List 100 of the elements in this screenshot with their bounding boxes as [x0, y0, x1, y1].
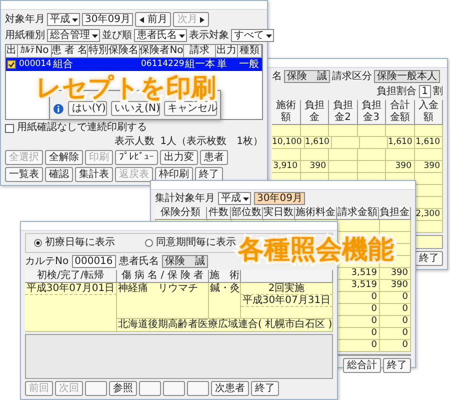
- toolbar-button[interactable]: 集計表: [75, 167, 113, 182]
- field-label: 対象年月: [5, 14, 45, 26]
- table-cell: 390: [380, 280, 411, 292]
- table-cell: [414, 221, 443, 233]
- table-cell: [386, 149, 414, 161]
- table-cell: 単: [216, 58, 228, 71]
- table-cell: 390: [386, 161, 414, 173]
- table-cell: 平成30年07月31日: [241, 295, 333, 307]
- table-cell: 2回実施: [241, 283, 333, 295]
- column-header: 入金額: [414, 100, 443, 125]
- column-header: 種類: [238, 45, 262, 58]
- table-cell: [358, 149, 386, 161]
- dropdown[interactable]: すべて: [231, 29, 274, 42]
- ratio-field: 1: [418, 85, 431, 98]
- checkbox[interactable]: [7, 60, 16, 69]
- checkbox-label: 用紙確認なしで連続印刷する: [17, 122, 147, 134]
- dialog-button[interactable]: はい(Y): [68, 101, 107, 116]
- dropdown-arrow-icon: [92, 32, 98, 38]
- table-cell: [300, 149, 329, 161]
- field-label: 表示対象: [189, 30, 229, 42]
- unit-label: 割: [433, 86, 443, 98]
- toolbar-button[interactable]: 総合計: [343, 358, 381, 373]
- table-cell: [358, 125, 386, 137]
- caption-text: レセプトを印刷: [36, 74, 216, 102]
- toolbar-button[interactable]: ﾌﾟﾚﾋﾞｭｰ: [115, 150, 158, 165]
- checkbox[interactable]: [5, 124, 14, 132]
- field-label: カルテNo: [25, 256, 69, 268]
- table-cell: 1,610: [304, 137, 332, 149]
- field-label: 名: [272, 70, 282, 82]
- table-cell: 0: [380, 340, 411, 352]
- field-label: 用紙種別: [5, 30, 45, 42]
- table-cell: 0: [380, 292, 411, 304]
- column-header: 負担金: [300, 100, 329, 125]
- table-cell: 0: [380, 304, 411, 316]
- table-cell: 0: [380, 316, 411, 328]
- dropdown[interactable]: 平成: [47, 13, 80, 26]
- table-cell: 2,300: [414, 209, 443, 221]
- chart-number-field[interactable]: 000016: [72, 255, 116, 268]
- column-header: 出: [6, 45, 18, 58]
- column-header: 部位数: [231, 207, 263, 220]
- table-cell: 一般: [238, 58, 260, 71]
- count-value: 1人（表示枚数 1枚）: [160, 136, 263, 148]
- blank-button[interactable]: [139, 381, 161, 396]
- column-header: 特別保険名: [88, 45, 140, 58]
- dropdown[interactable]: 総合管理: [47, 29, 100, 42]
- table-cell: 390: [300, 161, 329, 173]
- column-header: 保険分類: [155, 207, 207, 220]
- column-header: 請求金額: [337, 207, 379, 220]
- toolbar-button[interactable]: 確認: [45, 167, 73, 182]
- column-header: 施術額: [272, 100, 300, 125]
- dropdown-arrow-icon: [179, 32, 185, 38]
- toolbar-button[interactable]: 終了: [383, 358, 411, 373]
- left-triangle-icon: [139, 16, 146, 22]
- column-header: 患 者 名: [52, 45, 88, 58]
- table-cell: 1,610: [388, 137, 416, 149]
- table-row[interactable]: 000014 組合 06114229組一本 単 一般: [6, 58, 262, 71]
- table-cell: [272, 149, 300, 161]
- field-label: 請求区分: [332, 70, 372, 82]
- column-header: 負担金2: [329, 100, 358, 125]
- table-cell: [414, 185, 443, 197]
- toolbar-button[interactable]: 終了: [251, 381, 279, 396]
- month-field[interactable]: 30年09月: [254, 192, 306, 205]
- radio-button[interactable]: 初療日毎に表示: [34, 237, 115, 249]
- table-cell: 10,100: [272, 137, 305, 149]
- table-cell: [329, 125, 358, 137]
- prev-month-button[interactable]: 前月: [135, 12, 172, 27]
- table-cell: [329, 161, 358, 173]
- radio-button[interactable]: 同意期間毎に表示: [145, 237, 236, 249]
- toolbar-button[interactable]: 次患者: [211, 381, 249, 396]
- dropdown-arrow-icon: [243, 196, 249, 202]
- dropdown[interactable]: 平成: [218, 192, 251, 205]
- blank-button[interactable]: [163, 381, 185, 396]
- table-cell: [272, 125, 300, 137]
- table-cell: [332, 137, 360, 149]
- blank-button[interactable]: [85, 381, 107, 396]
- field-label: 負担割合: [376, 86, 417, 98]
- blank-button[interactable]: [187, 381, 209, 396]
- toolbar-button[interactable]: 一覧表: [5, 167, 43, 182]
- table-cell: 神経痛 リウマチ: [117, 283, 209, 319]
- table-cell: [414, 125, 443, 137]
- column-header: 負担金: [379, 207, 411, 220]
- patient-name-field: 保険 誠: [284, 70, 330, 83]
- close-button[interactable]: 終了: [415, 251, 443, 266]
- toolbar-button[interactable]: 患者: [200, 150, 228, 165]
- column-header: 初検/完了/転帰: [25, 270, 117, 283]
- dropdown[interactable]: 患者氏名: [134, 29, 187, 42]
- toolbar-button[interactable]: 全解除: [45, 150, 83, 165]
- column-header: 傷 病 名 / 保 険 者: [117, 270, 209, 283]
- dropdown-arrow-icon: [266, 32, 272, 38]
- table-cell: [358, 161, 386, 173]
- patient-name-field: 保険 誠: [162, 255, 208, 268]
- toolbar-button[interactable]: 参照: [109, 381, 137, 396]
- column-header: 施術料金: [295, 207, 337, 220]
- month-field[interactable]: 30年09月: [82, 13, 134, 26]
- dialog-button[interactable]: キャンセル: [164, 101, 217, 116]
- dialog-button[interactable]: いいえ(N): [110, 101, 160, 116]
- dropdown-arrow-icon: [72, 16, 78, 22]
- toolbar-button[interactable]: 出力変: [160, 150, 198, 165]
- table-cell: 組一本: [184, 58, 216, 71]
- column-header: 実日数: [263, 207, 295, 220]
